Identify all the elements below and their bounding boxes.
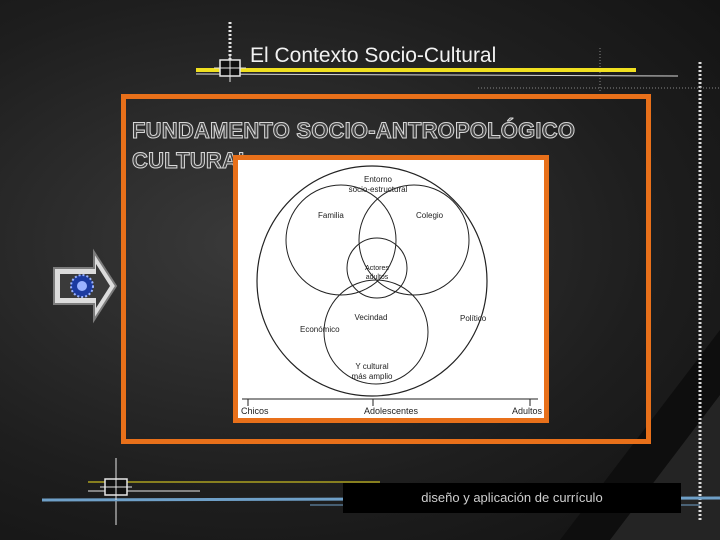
political-label: Político (460, 314, 487, 323)
youth-label: Vecindad (355, 313, 388, 322)
slide: El Contexto Socio-Cultural FUNDAMENTO SO… (0, 0, 720, 540)
center-label-2: adultos (366, 274, 389, 281)
family-label: Familia (318, 211, 344, 220)
axis-label-mid: Adolescentes (364, 406, 419, 416)
center-label-1: Actores (365, 265, 389, 272)
axis-label-left: Chicos (241, 406, 269, 416)
diagram-figure: Entorno socio-estructural Familia Colegi… (233, 155, 549, 423)
crosshair-icon-bottom (100, 474, 132, 500)
axis-label-right: Adultos (512, 406, 543, 416)
school-label: Colegio (416, 211, 444, 220)
title-thin-line (195, 73, 679, 77)
bottom-label-1: Y cultural (355, 362, 388, 371)
economic-label: Económico (300, 325, 340, 334)
outer-label-1: Entorno (364, 175, 393, 184)
bottom-label-2: más amplio (352, 372, 393, 381)
slide-title: El Contexto Socio-Cultural (250, 44, 497, 67)
arrow-right-icon[interactable] (53, 248, 118, 324)
outer-label-2: socio-estructural (349, 185, 408, 194)
ecological-diagram: Entorno socio-estructural Familia Colegi… (241, 165, 543, 416)
footer-text: diseño y aplicación de currículo (421, 490, 603, 505)
